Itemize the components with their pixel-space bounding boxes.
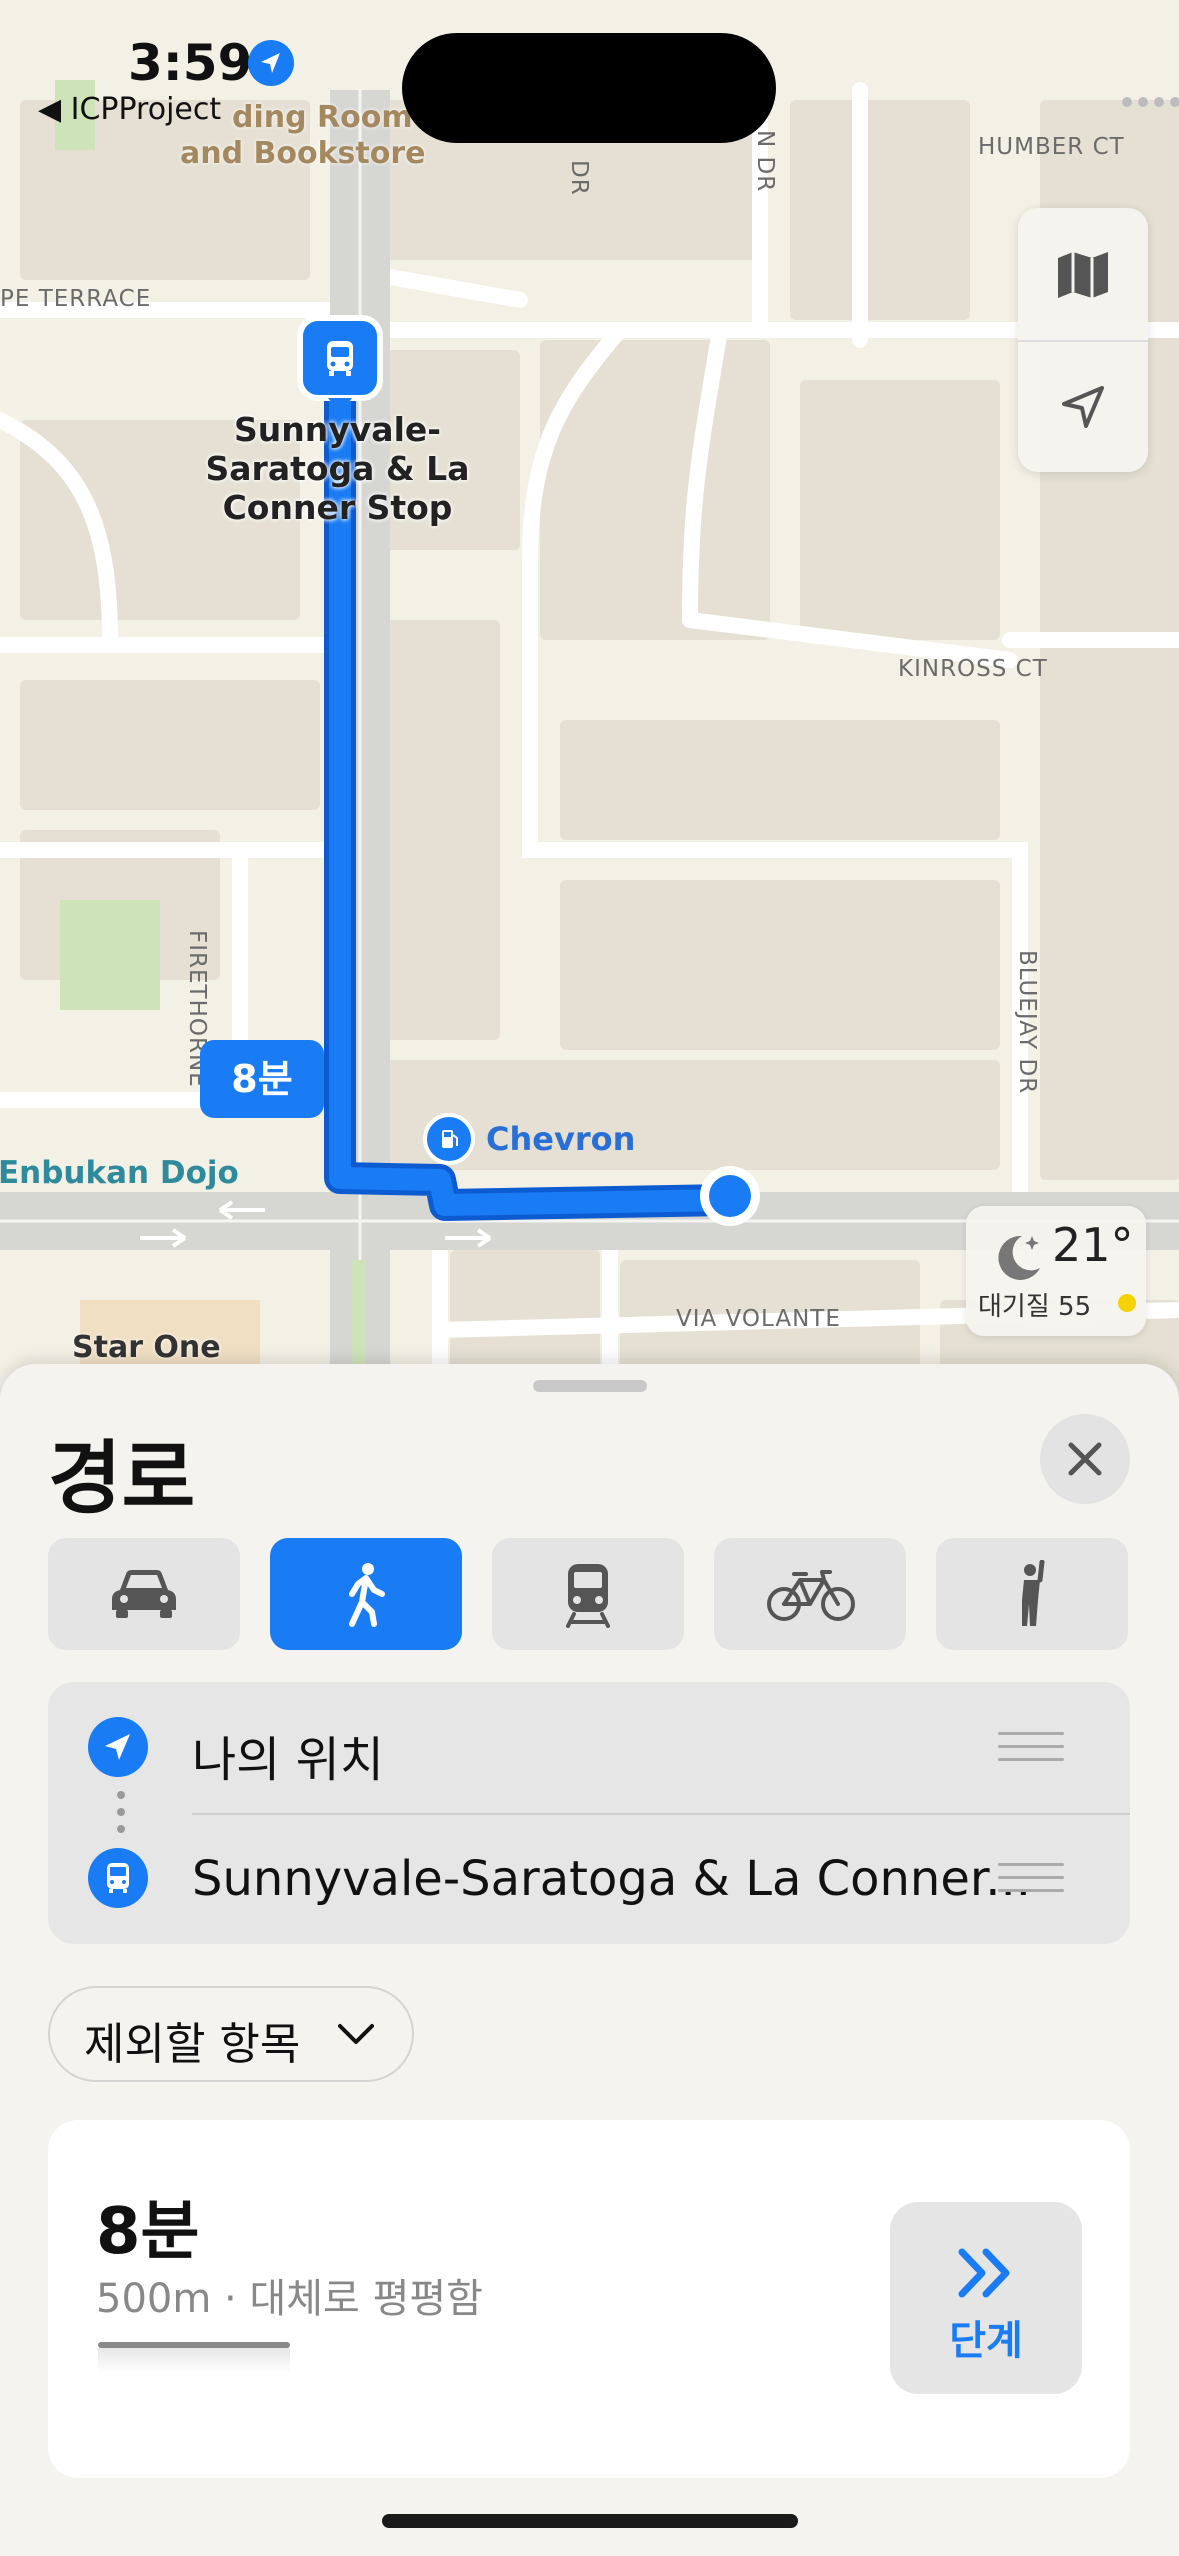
bicycle-icon bbox=[767, 1570, 855, 1621]
bookstore-label-line2: and Bookstore bbox=[180, 136, 426, 171]
location-arrow-icon bbox=[88, 1717, 148, 1777]
destination-label: Sunnyvale-Saratoga & La Conner... bbox=[192, 1851, 1031, 1907]
chevron-down-icon bbox=[338, 2024, 374, 2044]
map-controls bbox=[1018, 208, 1148, 472]
map-icon bbox=[1058, 252, 1108, 298]
drag-handle-icon[interactable] bbox=[998, 1732, 1064, 1762]
street-humber-ct: HUMBER CT bbox=[978, 134, 1125, 160]
street-bluejay-dr: BLUEJAY DR bbox=[1014, 950, 1040, 1095]
air-quality-dot bbox=[1118, 1294, 1136, 1312]
close-button[interactable] bbox=[1040, 1414, 1130, 1504]
back-app-label: ICPProject bbox=[70, 92, 222, 127]
home-indicator[interactable] bbox=[382, 2514, 798, 2528]
close-icon bbox=[1068, 1442, 1102, 1476]
location-arrow-icon bbox=[248, 40, 294, 86]
avoid-options-button[interactable]: 제외할 항목 bbox=[48, 1986, 414, 2082]
dynamic-island bbox=[402, 33, 776, 143]
star-one-poi-label[interactable]: Star One bbox=[72, 1330, 221, 1365]
moon-icon bbox=[998, 1235, 1040, 1280]
train-icon bbox=[566, 1564, 610, 1628]
street-dr-1: DR bbox=[566, 160, 592, 196]
mode-walk-button[interactable] bbox=[270, 1538, 462, 1650]
map-view[interactable]: ding Room and Bookstore HUMBER CT PE TER… bbox=[0, 0, 1179, 1400]
bus-icon bbox=[88, 1848, 148, 1908]
track-location-button[interactable] bbox=[1018, 342, 1148, 472]
transport-modes bbox=[48, 1538, 1130, 1650]
street-dr-2: N DR bbox=[752, 130, 778, 193]
location-arrow-outline-icon bbox=[1062, 386, 1104, 428]
steps-label: 단계 bbox=[949, 2318, 1023, 2364]
walking-icon bbox=[349, 1563, 385, 1627]
elevation-shade bbox=[98, 2348, 290, 2374]
sheet-title: 경로 bbox=[48, 1432, 196, 1525]
route-details: 500m · 대체로 평평함 bbox=[96, 2276, 483, 2322]
directions-sheet: 경로 나의 위치 Sunnyvale-Saratoga & La Conner.… bbox=[0, 1364, 1179, 2556]
street-kinross-ct: KINROSS CT bbox=[898, 656, 1048, 682]
mode-transit-button[interactable] bbox=[492, 1538, 684, 1650]
destination-field[interactable]: Sunnyvale-Saratoga & La Conner... bbox=[48, 1813, 1130, 1944]
mode-cycle-button[interactable] bbox=[714, 1538, 906, 1650]
route-fields: 나의 위치 Sunnyvale-Saratoga & La Conner... bbox=[48, 1682, 1130, 1944]
steps-button[interactable]: 단계 bbox=[890, 2202, 1082, 2394]
origin-label: 나의 위치 bbox=[192, 1732, 384, 1788]
bus-stop-icon[interactable] bbox=[318, 336, 362, 380]
mode-drive-button[interactable] bbox=[48, 1538, 240, 1650]
air-quality: 대기질 55 bbox=[978, 1292, 1092, 1322]
street-terrace: PE TERRACE bbox=[0, 286, 152, 312]
weather-widget[interactable]: 21° 대기질 55 bbox=[966, 1206, 1146, 1336]
bookstore-label-line1: ding Room bbox=[232, 100, 413, 135]
car-icon bbox=[112, 1570, 176, 1618]
sheet-grabber[interactable] bbox=[533, 1380, 647, 1392]
route-duration: 8분 bbox=[96, 2195, 200, 2269]
drag-handle-icon[interactable] bbox=[998, 1863, 1064, 1893]
street-via-volante: VIA VOLANTE bbox=[676, 1306, 841, 1332]
route-option-card[interactable]: 8분 500m · 대체로 평평함 단계 bbox=[48, 2120, 1130, 2478]
elevation-graph bbox=[98, 2342, 290, 2348]
hail-icon bbox=[1022, 1560, 1045, 1626]
avoid-label: 제외할 항목 bbox=[84, 2019, 301, 2070]
map-mode-button[interactable] bbox=[1018, 208, 1148, 340]
double-chevron-right-icon bbox=[958, 2248, 1010, 2298]
dojo-poi-label[interactable]: Enbukan Dojo bbox=[0, 1155, 239, 1191]
route-time-badge: 8분 bbox=[200, 1040, 324, 1118]
temperature: 21° bbox=[1052, 1218, 1134, 1272]
signal-icon bbox=[1122, 97, 1179, 107]
status-time: 3:59 bbox=[128, 34, 253, 92]
chevron-poi-label[interactable]: Chevron bbox=[486, 1120, 635, 1158]
back-to-app-link[interactable]: ◀ ICPProject bbox=[38, 92, 221, 127]
mode-rideshare-button[interactable] bbox=[936, 1538, 1128, 1650]
origin-field[interactable]: 나의 위치 bbox=[48, 1682, 1130, 1813]
fuel-icon bbox=[442, 1130, 458, 1148]
bus-stop-label[interactable]: Sunnyvale-Saratoga & La Conner Stop bbox=[160, 410, 515, 527]
